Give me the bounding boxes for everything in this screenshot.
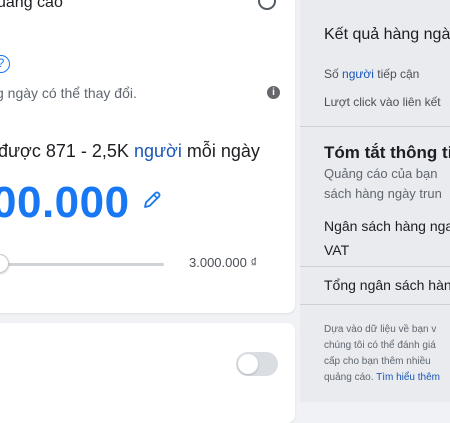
header-label: uảng cáo bbox=[0, 0, 63, 11]
footer-line-1: Dựa vào dữ liệu về bạn v bbox=[324, 324, 437, 335]
estimated-reach-prefix: được 871 - 2,5K bbox=[0, 141, 134, 161]
summary-title: Tóm tắt thông tin bbox=[324, 143, 450, 162]
footer-line-3: cấp cho bạn thêm nhiều bbox=[324, 356, 431, 367]
toggle-switch[interactable] bbox=[236, 352, 278, 376]
results-title: Kết quả hàng ngà bbox=[324, 26, 450, 43]
slider-max-label: 3.000.000 ₫ bbox=[189, 255, 258, 270]
reach-label-suffix: tiếp cận bbox=[373, 67, 420, 81]
summary-line-1: Quảng cáo của bạn bbox=[324, 166, 438, 181]
estimated-reach-suffix: mỗi ngày bbox=[181, 141, 260, 161]
results-panel: Kết quả hàng ngà Số người tiếp cận Lượt … bbox=[300, 0, 450, 402]
toggle-knob bbox=[238, 354, 258, 374]
daily-budget-label: Ngân sách hàng nga bbox=[324, 218, 450, 234]
total-budget-label: Tổng ngân sách hàn bbox=[324, 277, 450, 293]
estimated-reach: được 871 - 2,5K người mỗi ngày bbox=[0, 141, 260, 162]
divider bbox=[300, 126, 450, 127]
budget-amount[interactable]: 00.000 bbox=[0, 178, 130, 228]
footer-line-4-text: quảng cáo. bbox=[324, 372, 377, 383]
footer-line-4: quảng cáo. Tìm hiểu thêm bbox=[324, 372, 440, 383]
footer-line-2: chúng tôi có thể đánh giá bbox=[324, 340, 436, 351]
reach-people-link[interactable]: người bbox=[342, 67, 374, 81]
info-circle-icon[interactable]: i bbox=[267, 86, 280, 99]
clicks-label: Lượt click vào liên kết bbox=[324, 95, 441, 109]
summary-line-2: sách hàng ngày trun bbox=[324, 186, 442, 201]
budget-slider-track[interactable] bbox=[0, 263, 164, 266]
reach-label-prefix: Số bbox=[324, 67, 343, 81]
divider bbox=[300, 266, 450, 267]
divider bbox=[300, 304, 450, 305]
people-link[interactable]: người bbox=[134, 141, 182, 161]
vat-label: VAT bbox=[324, 242, 350, 258]
reach-label: Số người tiếp cận bbox=[324, 67, 419, 81]
pencil-icon[interactable] bbox=[141, 189, 163, 211]
budget-note: g ngày có thể thay đổi. bbox=[0, 85, 137, 101]
learn-more-link[interactable]: Tìm hiểu thêm bbox=[376, 372, 440, 383]
